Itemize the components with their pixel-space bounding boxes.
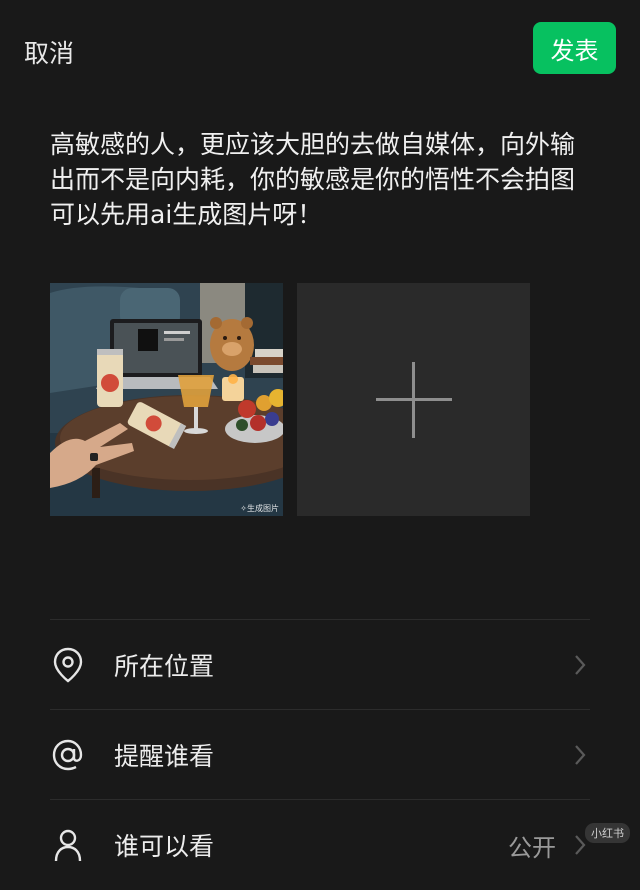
visibility-label: 谁可以看: [114, 832, 215, 861]
post-text-input[interactable]: 高敏感的人，更应该大胆的去做自媒体，向外输出而不是向内耗，你的敏感是你的悟性不会…: [50, 127, 590, 232]
publish-button[interactable]: 发表: [533, 22, 616, 74]
add-image-button[interactable]: [297, 283, 530, 516]
at-sign-icon: [50, 737, 86, 773]
attached-image[interactable]: ✧生成图片: [50, 283, 283, 516]
location-pin-icon: [50, 647, 86, 683]
chevron-right-icon: [575, 655, 586, 675]
mention-label: 提醒谁看: [114, 742, 215, 771]
image-grid: ✧生成图片: [50, 283, 530, 516]
location-label: 所在位置: [114, 652, 215, 681]
person-icon: [50, 827, 86, 863]
cancel-button[interactable]: 取消: [24, 34, 74, 70]
ai-generated-watermark: ✧生成图片: [240, 504, 279, 513]
brand-watermark: 小红书: [585, 823, 630, 843]
visibility-row[interactable]: 谁可以看 公开: [50, 800, 590, 890]
photo-illustration: [50, 283, 283, 516]
mention-row[interactable]: 提醒谁看: [50, 710, 590, 800]
chevron-right-icon: [575, 745, 586, 765]
plus-icon: [375, 361, 452, 438]
location-row[interactable]: 所在位置: [50, 620, 590, 710]
visibility-value: 公开: [508, 833, 556, 862]
